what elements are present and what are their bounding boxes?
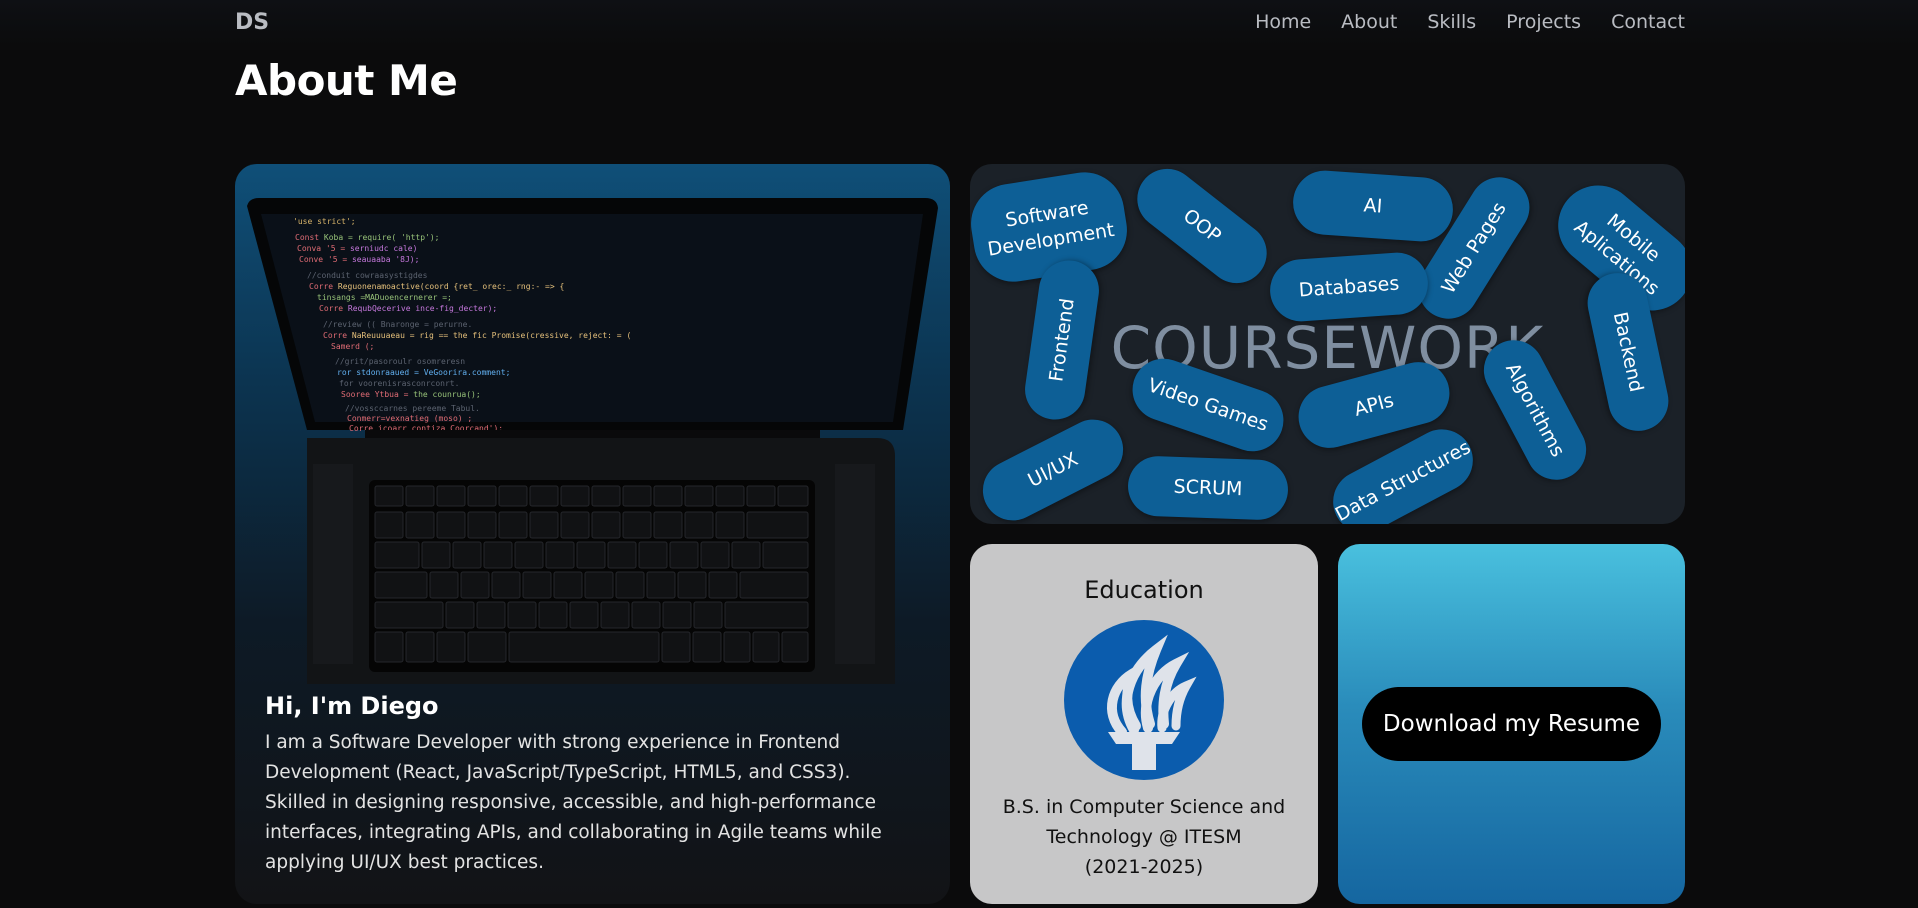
svg-text:Corre RequbQecerive ince-fig_d: Corre RequbQecerive ince-fig_decter);: [319, 304, 497, 313]
svg-text:Corre NaReuuuaeau = rig == the: Corre NaReuuuaeau = rig == the fic Promi…: [323, 331, 631, 340]
itesm-torch-logo: [1064, 620, 1224, 780]
svg-text:Conve '5 = seauaaba '8J);: Conve '5 = seauaaba '8J);: [299, 255, 419, 264]
svg-text:Samerd (;: Samerd (;: [331, 342, 374, 351]
education-years: (2021-2025): [1084, 856, 1204, 878]
coursework-card: COURSEWORK Software Development OOP AI W…: [970, 164, 1685, 524]
page-title: About Me: [235, 56, 458, 105]
download-resume-button[interactable]: Download my Resume: [1362, 687, 1661, 761]
svg-text://review (( Bnaronge = perurne: //review (( Bnaronge = perurne.: [323, 320, 472, 329]
profile-bio: I am a Software Developer with strong ex…: [265, 732, 882, 873]
resume-card: Download my Resume: [1338, 544, 1685, 904]
education-degree-line2: Technology @ ITESM: [1046, 826, 1242, 848]
svg-text:ror stdonraaued = VeGoorira.co: ror stdonraaued = VeGoorira.comment;: [337, 368, 510, 377]
svg-text:'use strict';: 'use strict';: [293, 217, 356, 226]
education-card: Education B.S. in Computer Science and T…: [970, 544, 1318, 904]
site-logo[interactable]: DS: [235, 10, 269, 35]
svg-text:Const Koba = require( 'http');: Const Koba = require( 'http');: [295, 233, 440, 242]
education-title: Education: [1084, 576, 1204, 604]
svg-text:Corre Reguonenamoactive(coord: Corre Reguonenamoactive(coord {ret_ orec…: [309, 282, 564, 291]
svg-text://vossccarnes pereeme Tabul.: //vossccarnes pereeme Tabul.: [345, 404, 480, 413]
svg-text:Sooree Ytbua = the counrua();: Sooree Ytbua = the counrua();: [341, 390, 481, 399]
coursework-pill-ui-ux: UI/UX: [972, 409, 1134, 524]
nav-link-contact[interactable]: Contact: [1611, 11, 1685, 33]
education-degree: B.S. in Computer Science and Technology …: [990, 792, 1298, 882]
coursework-pill-databases: Databases: [1268, 250, 1430, 324]
svg-text:for voorenisrasconrconrt.: for voorenisrasconrconrt.: [339, 379, 459, 388]
nav-link-projects[interactable]: Projects: [1506, 11, 1581, 33]
profile-greeting: Hi, I'm Diego: [265, 692, 439, 720]
svg-text:tinsangs =MADuoencernerer =;: tinsangs =MADuoencernerer =;: [317, 293, 452, 302]
nav-link-about[interactable]: About: [1341, 11, 1397, 33]
education-degree-line1: B.S. in Computer Science and: [1002, 796, 1286, 818]
svg-text:Conva '5 = serniudc cale): Conva '5 = serniudc cale): [297, 244, 417, 253]
svg-text://grit/pasoroulr osomreresn: //grit/pasoroulr osomreresn: [335, 357, 465, 366]
coursework-pill-ai: AI: [1290, 168, 1456, 244]
coursework-pill-scrum: SCRUM: [1127, 455, 1289, 521]
svg-text:Conmerr=vexnatieg (moso) ;: Conmerr=vexnatieg (moso) ;: [347, 414, 472, 423]
svg-text://conduit cowraasystigdes: //conduit cowraasystigdes: [307, 271, 428, 280]
nav-link-skills[interactable]: Skills: [1427, 11, 1476, 33]
top-navbar: DS Home About Skills Projects Contact: [0, 0, 1918, 46]
coursework-pill-oop: OOP: [1125, 164, 1279, 296]
profile-card: 'use strict'; Const Koba = require( 'htt…: [235, 164, 950, 904]
profile-text: Hi, I'm Diego I am a Software Developer …: [265, 692, 915, 878]
nav-links: Home About Skills Projects Contact: [1255, 11, 1685, 33]
nav-link-home[interactable]: Home: [1255, 11, 1311, 33]
coursework-pill-frontend: Frontend: [1021, 256, 1103, 424]
laptop-code-image: 'use strict'; Const Koba = require( 'htt…: [247, 198, 938, 684]
